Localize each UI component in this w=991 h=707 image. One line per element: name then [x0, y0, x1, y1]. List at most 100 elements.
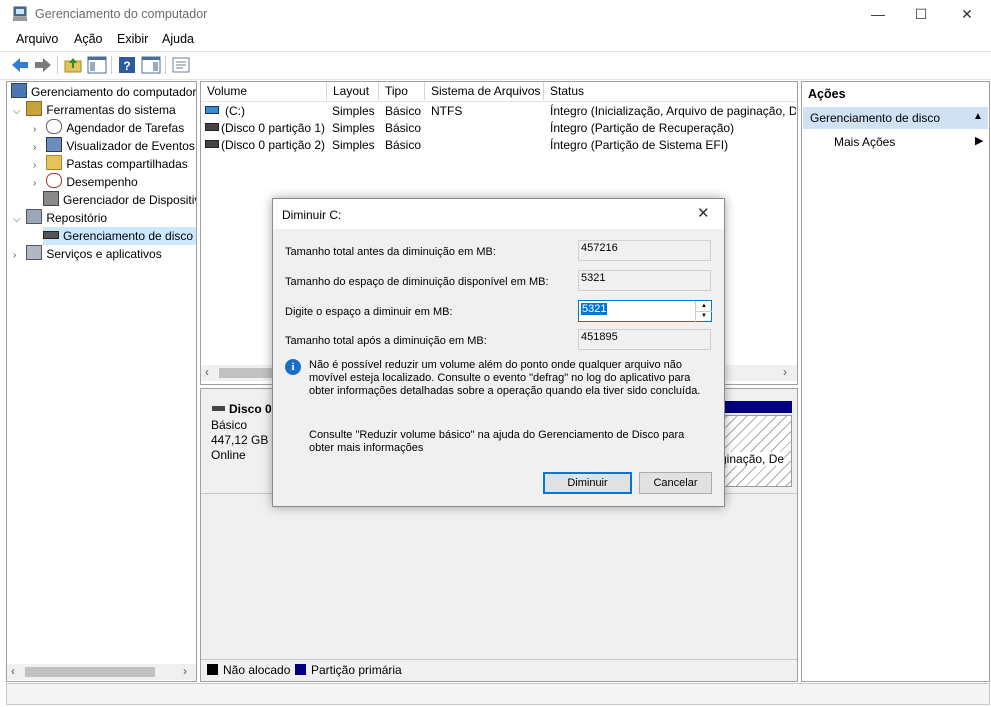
partition-block[interactable]: ginação, De [717, 415, 792, 487]
minimize-button[interactable]: — [855, 0, 901, 30]
scroll-left-icon[interactable]: ‹ [11, 664, 15, 678]
column-header-layout[interactable]: Layout [327, 82, 379, 100]
tree-item-disk-management[interactable]: Gerenciamento de disco [43, 227, 196, 245]
tree-item-label: Ferramentas do sistema [46, 103, 176, 117]
cell-tipo: Básico [385, 138, 422, 152]
submenu-arrow-icon: ▶ [975, 135, 984, 147]
back-arrow-icon[interactable] [10, 56, 30, 74]
cell-tipo: Básico [385, 104, 422, 118]
close-button[interactable]: ✕ [944, 0, 990, 30]
disk-state: Online [211, 448, 246, 462]
shrink-amount-stepper[interactable]: 5321 ▲ ▼ [578, 300, 712, 322]
shared-folder-icon [46, 155, 63, 170]
spin-down-icon[interactable]: ▼ [695, 311, 712, 322]
tree-item-device-manager[interactable]: Gerenciador de Dispositivos [43, 191, 196, 209]
event-viewer-icon [46, 137, 63, 152]
chevron-right-icon[interactable]: › [13, 247, 23, 265]
column-header-volume[interactable]: Volume [201, 82, 327, 100]
collapse-up-icon[interactable]: ▲ [973, 111, 983, 122]
tree-item-root[interactable]: Gerenciamento do computador [11, 83, 196, 101]
cell-volume: (Disco 0 partição 1) [221, 121, 326, 135]
cell-status: Íntegro (Inicialização, Arquivo de pagin… [550, 104, 796, 118]
table-row[interactable]: (Disco 0 partição 1) Simples Básico Ínte… [201, 119, 797, 136]
tree-item-label: Gerenciador de Dispositivos [63, 193, 196, 207]
tree-horizontal-scrollbar[interactable]: ‹ › [7, 664, 196, 680]
svg-text:?: ? [123, 59, 130, 73]
enter-amount-label: Digite o espaço a diminuir em MB: [285, 306, 453, 318]
disk-icon [43, 231, 59, 239]
storage-icon [26, 209, 43, 224]
help-icon[interactable]: ? [117, 56, 137, 74]
menu-bar: Arquivo Ação Exibir Ajuda [0, 30, 991, 50]
cell-status: Íntegro (Partição de Sistema EFI) [550, 138, 729, 152]
partition-header-bar [717, 401, 792, 413]
actions-pane: Ações Gerenciamento de disco ▲ Mais Açõe… [801, 81, 990, 682]
scroll-right-icon[interactable]: › [783, 365, 787, 379]
more-actions-label: Mais Ações [834, 135, 896, 149]
cell-status: Íntegro (Partição de Recuperação) [550, 121, 735, 135]
tree-item-storage[interactable]: ⌵ Repositório [13, 209, 107, 227]
show-action-pane-icon[interactable] [141, 56, 161, 74]
tree-item-shared-folders[interactable]: › Pastas compartilhadas [33, 155, 188, 173]
chevron-right-icon[interactable]: › [33, 175, 43, 193]
cell-layout: Simples [332, 138, 375, 152]
tree-item-services[interactable]: › Serviços e aplicativos [13, 245, 162, 263]
show-console-tree-icon[interactable] [87, 56, 107, 74]
up-folder-icon[interactable] [63, 56, 83, 74]
cell-tipo: Básico [385, 121, 422, 135]
total-after-field: 451895 [578, 329, 711, 350]
actions-section-disk-management[interactable]: Gerenciamento de disco ▲ [803, 107, 988, 129]
scroll-left-icon[interactable]: ‹ [205, 365, 209, 379]
available-label: Tamanho do espaço de diminuição disponív… [285, 276, 549, 288]
tree-item-label: Pastas compartilhadas [66, 157, 188, 171]
tree-item-label: Gerenciamento de disco [63, 229, 194, 243]
clock-icon [46, 119, 63, 134]
column-header-status[interactable]: Status [544, 82, 797, 100]
volume-list-header: Volume Layout Tipo Sistema de Arquivos S… [201, 82, 797, 102]
dialog-titlebar: Diminuir C: ✕ [273, 199, 724, 229]
dialog-title: Diminuir C: [282, 208, 342, 222]
shrink-button[interactable]: Diminuir [543, 472, 632, 494]
table-row[interactable]: (Disco 0 partição 2) Simples Básico Ínte… [201, 136, 797, 153]
scrollbar-thumb[interactable] [25, 667, 155, 677]
maximize-button[interactable]: ☐ [898, 0, 944, 30]
tree-item-event-viewer[interactable]: › Visualizador de Eventos [33, 137, 195, 155]
chevron-down-icon[interactable]: ⌵ [13, 211, 23, 229]
more-actions-item[interactable]: Mais Ações ▶ [803, 132, 988, 152]
shrink-amount-input[interactable]: 5321 [581, 303, 608, 315]
table-row[interactable]: (C:) Simples Básico NTFS Íntegro (Inicia… [201, 102, 797, 119]
menu-ajuda[interactable]: Ajuda [162, 32, 194, 46]
window-titlebar: Gerenciamento do computador — ☐ ✕ [0, 0, 991, 30]
forward-arrow-icon[interactable] [33, 56, 53, 74]
computer-management-icon [13, 6, 27, 21]
spin-up-icon[interactable]: ▲ [695, 301, 712, 311]
computer-icon [11, 83, 27, 98]
device-manager-icon [43, 191, 59, 206]
tree-item-system-tools[interactable]: ⌵ Ferramentas do sistema [13, 101, 176, 119]
tree-item-task-scheduler[interactable]: › Agendador de Tarefas [33, 119, 184, 137]
tools-icon [26, 101, 43, 116]
actions-section-label: Gerenciamento de disco [810, 111, 941, 125]
disk-legend: Não alocado Partição primária [201, 659, 797, 681]
menu-exibir[interactable]: Exibir [117, 32, 148, 46]
tree-item-label: Serviços e aplicativos [46, 247, 162, 261]
tree-item-label: Gerenciamento do computador [31, 85, 196, 99]
properties-icon[interactable] [171, 56, 191, 74]
column-header-tipo[interactable]: Tipo [379, 82, 425, 100]
tree-item-label: Repositório [46, 211, 108, 225]
scroll-right-icon[interactable]: › [183, 664, 187, 678]
menu-arquivo[interactable]: Arquivo [16, 32, 58, 46]
menu-acao[interactable]: Ação [74, 32, 103, 46]
actions-header: Ações [808, 87, 846, 101]
legend-label-primary: Partição primária [311, 663, 402, 677]
disk-name: Disco 0 [229, 402, 272, 416]
dialog-close-icon[interactable]: ✕ [697, 204, 710, 222]
cell-volume: (C:) [225, 104, 245, 118]
chevron-down-icon[interactable]: ⌵ [13, 103, 23, 121]
tree-item-performance[interactable]: › Desempenho [33, 173, 138, 191]
tree-item-label: Desempenho [66, 175, 138, 189]
disk-type: Básico [211, 418, 248, 432]
cancel-button[interactable]: Cancelar [639, 472, 712, 494]
column-header-filesystem[interactable]: Sistema de Arquivos [425, 82, 544, 100]
toolbar: ? [0, 51, 991, 80]
